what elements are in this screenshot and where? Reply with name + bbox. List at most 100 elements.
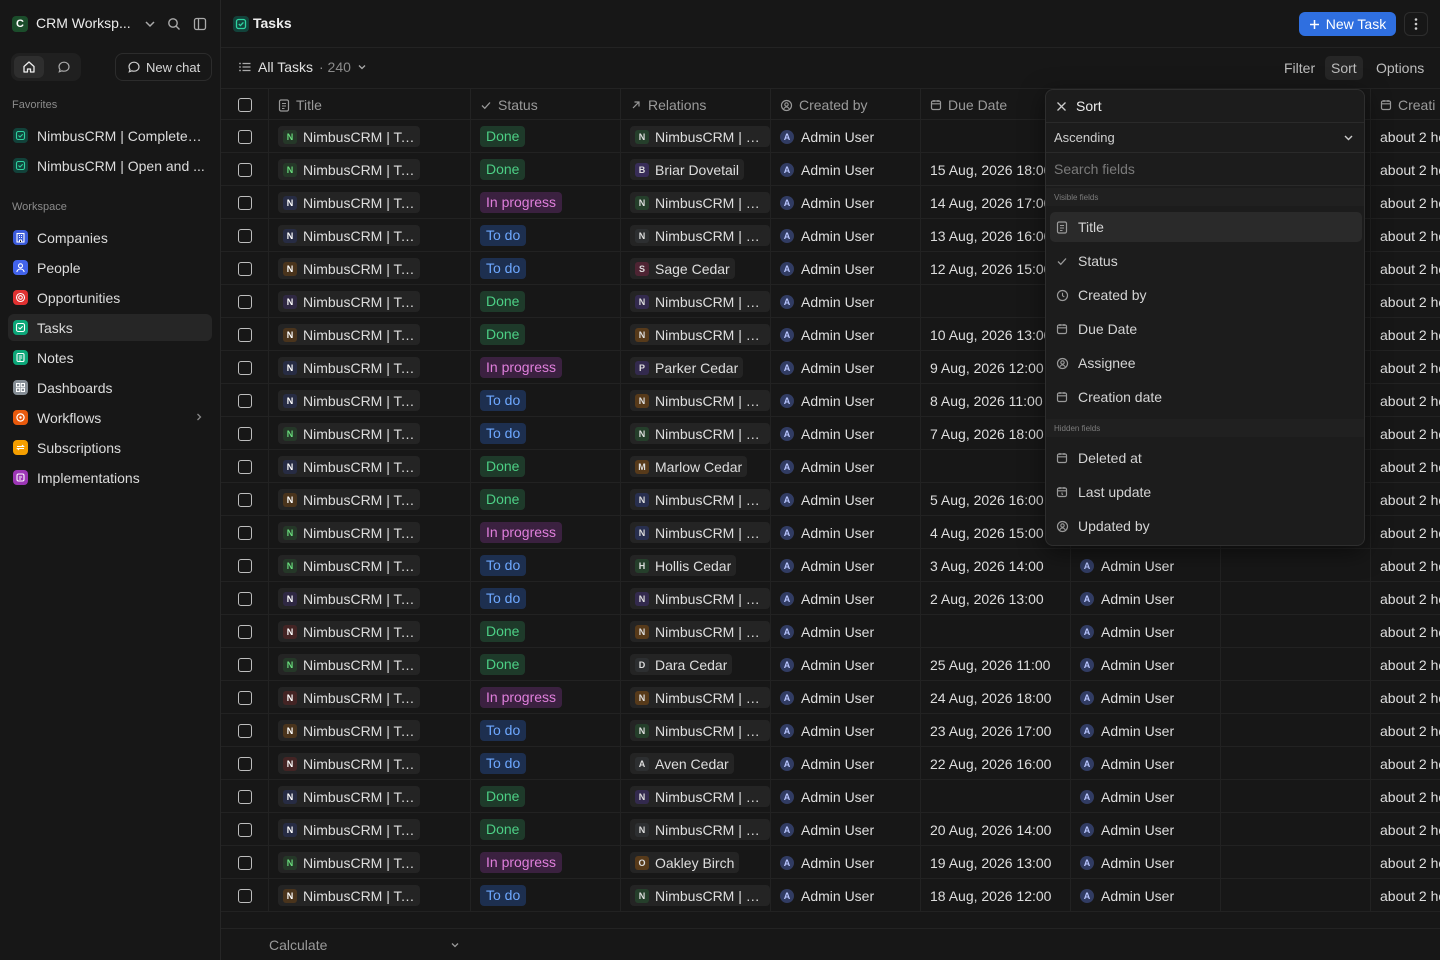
created-by-cell[interactable]: A Admin User <box>771 813 921 846</box>
creation-date-cell[interactable]: about 2 ho <box>1371 153 1440 186</box>
relation-chip[interactable]: N NimbusCRM | Op... <box>630 687 770 708</box>
title-cell[interactable]: N NimbusCRM | Task 217 | Dr... <box>269 879 471 912</box>
row-checkbox[interactable] <box>238 162 252 177</box>
relations-cell[interactable]: N NimbusCRM | Op... <box>621 285 771 318</box>
sidebar-item-implementations[interactable]: Implementations <box>8 464 212 491</box>
status-cell[interactable]: To do <box>471 879 621 912</box>
creation-date-cell[interactable]: about 2 ho <box>1371 846 1440 879</box>
assignee-cell[interactable]: A Admin User <box>1071 648 1221 681</box>
relation-chip[interactable]: N NimbusCRM | Co... <box>630 126 770 147</box>
sort-field-status[interactable]: Status <box>1050 246 1362 276</box>
title-cell[interactable]: N NimbusCRM | Task 232 | Pr... <box>269 384 471 417</box>
home-icon[interactable] <box>14 56 44 78</box>
status-cell[interactable]: Done <box>471 285 621 318</box>
creation-date-cell[interactable]: about 2 ho <box>1371 417 1440 450</box>
collapse-sidebar-icon[interactable] <box>191 15 209 33</box>
row-checkbox[interactable] <box>238 294 252 309</box>
column-title[interactable]: Title <box>269 89 471 121</box>
workspace-name[interactable]: CRM Worksp... <box>36 15 131 31</box>
row-checkbox[interactable] <box>238 690 252 705</box>
sidebar-item-people[interactable]: People <box>8 254 212 281</box>
close-icon[interactable] <box>1056 101 1067 112</box>
table-row[interactable]: N NimbusCRM | Task 220 | Sh... Done N Ni… <box>221 780 1440 813</box>
title-cell[interactable]: N NimbusCRM | Task 218 | Co... <box>269 846 471 879</box>
relations-cell[interactable]: N NimbusCRM | Co... <box>621 714 771 747</box>
task-title-chip[interactable]: N NimbusCRM | Task 240 | Sh... <box>278 126 420 147</box>
column-status[interactable]: Status <box>471 89 621 121</box>
row-checkbox[interactable] <box>238 459 252 474</box>
created-by-cell[interactable]: A Admin User <box>771 879 921 912</box>
relation-chip[interactable]: N NimbusCRM | Co... <box>630 621 770 642</box>
task-title-chip[interactable]: N NimbusCRM | Task 227 | Dr... <box>278 555 420 576</box>
assignee-cell[interactable]: A Admin User <box>1071 780 1221 813</box>
due-date-cell[interactable]: 22 Aug, 2026 16:00 <box>921 747 1071 780</box>
relations-cell[interactable]: N NimbusCRM | Co... <box>621 516 771 549</box>
creation-date-cell[interactable]: about 2 ho <box>1371 714 1440 747</box>
task-title-chip[interactable]: N NimbusCRM | Task 233 | Re... <box>278 357 420 378</box>
chevron-down-icon[interactable] <box>141 15 159 33</box>
title-cell[interactable]: N NimbusCRM | Task 226 | Va... <box>269 582 471 615</box>
relations-cell[interactable]: H Hollis Cedar <box>621 549 771 582</box>
table-row[interactable]: N NimbusCRM | Task 218 | Co... In progre… <box>221 846 1440 879</box>
relation-chip[interactable]: N NimbusCRM | Co... <box>630 819 770 840</box>
row-checkbox[interactable] <box>238 426 252 441</box>
status-cell[interactable]: Done <box>471 615 621 648</box>
row-checkbox[interactable] <box>238 327 252 342</box>
relations-cell[interactable]: B Briar Dovetail <box>621 153 771 186</box>
title-cell[interactable]: N NimbusCRM | Task 237 | Dr... <box>269 219 471 252</box>
relation-chip[interactable]: N NimbusCRM | Co... <box>630 423 770 444</box>
created-by-cell[interactable]: A Admin User <box>771 747 921 780</box>
title-cell[interactable]: N NimbusCRM | Task 239 | U... <box>269 153 471 186</box>
title-cell[interactable]: N NimbusCRM | Task 230 | Sh... <box>269 450 471 483</box>
created-by-cell[interactable]: A Admin User <box>771 153 921 186</box>
column-relations[interactable]: Relations <box>621 89 771 121</box>
filter-button[interactable]: Filter <box>1278 56 1321 80</box>
relations-cell[interactable]: O Oakley Birch <box>621 846 771 879</box>
relations-cell[interactable]: N NimbusCRM | Co... <box>621 813 771 846</box>
relation-chip[interactable]: O Oakley Birch <box>630 852 740 873</box>
sidebar-item-tasks[interactable]: Tasks <box>8 314 212 341</box>
favorite-item[interactable]: NimbusCRM | Open and ... <box>8 152 212 179</box>
row-checkbox[interactable] <box>238 624 252 639</box>
row-checkbox[interactable] <box>238 129 252 144</box>
title-cell[interactable]: N NimbusCRM | Task 229 | U... <box>269 483 471 516</box>
status-cell[interactable]: Done <box>471 153 621 186</box>
relations-cell[interactable]: N NimbusCRM | Co... <box>621 417 771 450</box>
creation-date-cell[interactable]: about 2 ho <box>1371 285 1440 318</box>
created-by-cell[interactable]: A Admin User <box>771 351 921 384</box>
status-cell[interactable]: Done <box>471 318 621 351</box>
task-title-chip[interactable]: N NimbusCRM | Task 226 | Va... <box>278 588 420 609</box>
column-created-by[interactable]: Created by <box>771 89 921 121</box>
sidebar-item-notes[interactable]: Notes <box>8 344 212 371</box>
relations-cell[interactable]: N NimbusCRM | Co... <box>621 615 771 648</box>
row-checkbox[interactable] <box>238 558 252 573</box>
task-title-chip[interactable]: N NimbusCRM | Task 221 | Dis... <box>278 753 420 774</box>
status-cell[interactable]: In progress <box>471 681 621 714</box>
due-date-cell[interactable]: 19 Aug, 2026 13:00 <box>921 846 1071 879</box>
select-all-checkbox[interactable] <box>238 98 252 112</box>
row-checkbox[interactable] <box>238 195 252 210</box>
row-checkbox[interactable] <box>238 492 252 507</box>
task-title-chip[interactable]: N NimbusCRM | Task 218 | Co... <box>278 852 420 873</box>
sort-field-creation-date[interactable]: Creation date <box>1050 382 1362 412</box>
relation-chip[interactable]: B Briar Dovetail <box>630 159 745 180</box>
assignee-cell[interactable]: A Admin User <box>1071 582 1221 615</box>
creation-date-cell[interactable]: about 2 ho <box>1371 681 1440 714</box>
created-by-cell[interactable]: A Admin User <box>771 846 921 879</box>
table-row[interactable]: N NimbusCRM | Task 221 | Dis... To do A … <box>221 747 1440 780</box>
row-checkbox[interactable] <box>238 657 252 672</box>
created-by-cell[interactable]: A Admin User <box>771 516 921 549</box>
status-cell[interactable]: To do <box>471 549 621 582</box>
creation-date-cell[interactable]: about 2 ho <box>1371 549 1440 582</box>
row-checkbox[interactable] <box>238 723 252 738</box>
title-cell[interactable]: N NimbusCRM | Task 225 | Sc... <box>269 615 471 648</box>
task-title-chip[interactable]: N NimbusCRM | Task 235 | Sc... <box>278 291 420 312</box>
relations-cell[interactable]: N NimbusCRM | Op... <box>621 879 771 912</box>
relation-chip[interactable]: A Aven Cedar <box>630 753 734 774</box>
relation-chip[interactable]: N NimbusCRM | Op... <box>630 885 770 906</box>
row-checkbox[interactable] <box>238 591 252 606</box>
table-row[interactable]: N NimbusCRM | Task 223 | Re... In progre… <box>221 681 1440 714</box>
created-by-cell[interactable]: A Admin User <box>771 318 921 351</box>
status-cell[interactable]: Done <box>471 648 621 681</box>
row-checkbox[interactable] <box>238 228 252 243</box>
